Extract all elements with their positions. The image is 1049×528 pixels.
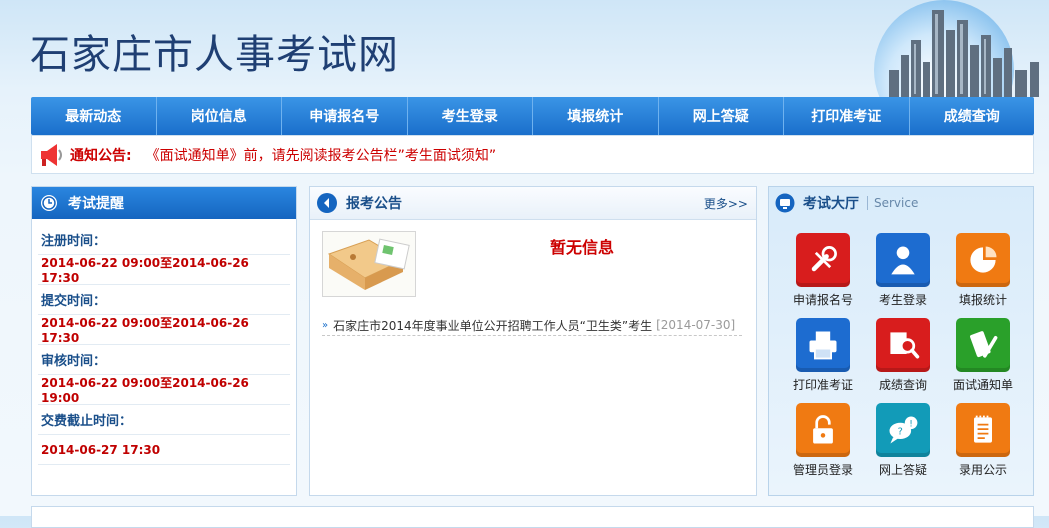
exam-hall-subtitle: Service (867, 196, 918, 210)
announcement-text[interactable]: 石家庄市2014年度事业单位公开招聘工作人员“卫生类”考生 (333, 317, 652, 334)
exam-hall-header: 考试大厅 Service (769, 187, 1033, 219)
nav-job-info[interactable]: 岗位信息 (157, 97, 282, 135)
notepad-icon (956, 403, 1010, 457)
tile-label: 成绩查询 (878, 378, 927, 392)
tile-score-query[interactable]: 成绩查询 (863, 318, 943, 393)
tile-candidate-login[interactable]: 考生登录 (863, 233, 943, 308)
no-info-message: 暂无信息 (550, 238, 615, 257)
svg-text:!: ! (909, 419, 913, 429)
more-link[interactable]: 更多>> (704, 195, 748, 212)
payment-deadline-value: 2014-06-27 17:30 (38, 435, 290, 465)
announcements-title: 报考公告 (346, 196, 402, 212)
pen-note-icon (956, 318, 1010, 372)
bottom-panel (31, 506, 1034, 528)
tile-label: 管理员登录 (792, 463, 853, 477)
review-time-value: 2014-06-22 09:00至2014-06-26 19:00 (38, 375, 290, 405)
cityscape-illustration (874, 0, 1039, 97)
lock-icon (796, 403, 850, 457)
tile-print-admission[interactable]: 打印准考证 (783, 318, 863, 393)
megaphone-icon (41, 143, 62, 166)
envelope-image (322, 231, 416, 297)
chat-icon: ?! (876, 403, 930, 457)
exam-reminder-header: 考试提醒 (32, 187, 296, 219)
announcements-panel: 报考公告 更多>> 暂无信息 » 石家庄市2014年度事业单位公开招聘工作人员“… (309, 186, 757, 496)
tile-label: 申请报名号 (792, 293, 853, 307)
speaker-icon (317, 193, 337, 213)
bullet-arrow-icon: » (322, 319, 329, 331)
exam-hall-title: 考试大厅 (803, 196, 859, 212)
tile-label: 录用公示 (958, 463, 1007, 477)
pie-chart-icon (956, 233, 1010, 287)
tile-interview-notice[interactable]: 面试通知单 (943, 318, 1023, 393)
nav-latest-news[interactable]: 最新动态 (31, 97, 157, 135)
notice-text[interactable]: 《面试通知单》前，请先阅读报考公告栏”考生面试须知” (146, 145, 497, 165)
submit-time-label: 提交时间： (38, 285, 290, 315)
tile-label: 考生登录 (878, 293, 927, 307)
nav-apply-number[interactable]: 申请报名号 (282, 97, 408, 135)
tile-label: 面试通知单 (952, 378, 1013, 392)
tools-icon (796, 233, 850, 287)
nav-statistics[interactable]: 填报统计 (533, 97, 659, 135)
tile-label: 网上答疑 (878, 463, 927, 477)
announcements-header: 报考公告 更多>> (310, 187, 756, 220)
tile-admin-login[interactable]: 管理员登录 (783, 403, 863, 478)
payment-deadline-label: 交费截止时间： (38, 405, 290, 435)
tile-label: 打印准考证 (792, 378, 853, 392)
notice-bar: 通知公告: 《面试通知单》前，请先阅读报考公告栏”考生面试须知” (31, 135, 1034, 174)
register-time-value: 2014-06-22 09:00至2014-06-26 17:30 (38, 255, 290, 285)
exam-hall-panel: 考试大厅 Service 申请报名号 考生登录 填报统计 打印准考证 成绩查询 … (768, 186, 1034, 496)
printer-icon (796, 318, 850, 372)
monitor-icon (775, 193, 795, 213)
announcement-date: [2014-07-30] (656, 318, 736, 332)
nav-print-admission[interactable]: 打印准考证 (784, 97, 910, 135)
main-nav: 最新动态 岗位信息 申请报名号 考生登录 填报统计 网上答疑 打印准考证 成绩查… (31, 97, 1034, 135)
tile-statistics[interactable]: 填报统计 (943, 233, 1023, 308)
tile-label: 填报统计 (958, 293, 1007, 307)
tile-apply-number[interactable]: 申请报名号 (783, 233, 863, 308)
clock-icon (41, 195, 57, 211)
user-icon (876, 233, 930, 287)
exam-reminder-title: 考试提醒 (68, 196, 124, 212)
announcement-item[interactable]: » 石家庄市2014年度事业单位公开招聘工作人员“卫生类”考生 [2014-07… (322, 315, 742, 336)
tile-hiring-publicity[interactable]: 录用公示 (943, 403, 1023, 478)
exam-reminder-list: 注册时间： 2014-06-22 09:00至2014-06-26 17:30 … (38, 225, 290, 465)
svg-text:?: ? (898, 427, 903, 438)
exam-hall-grid: 申请报名号 考生登录 填报统计 打印准考证 成绩查询 面试通知单 管理员登录 ?… (783, 233, 1023, 478)
nav-online-qa[interactable]: 网上答疑 (659, 97, 784, 135)
magnifier-icon (876, 318, 930, 372)
tile-online-qa[interactable]: ?! 网上答疑 (863, 403, 943, 478)
register-time-label: 注册时间： (38, 225, 290, 255)
submit-time-value: 2014-06-22 09:00至2014-06-26 17:30 (38, 315, 290, 345)
site-title: 石家庄市人事考试网 (30, 32, 399, 78)
exam-reminder-panel: 考试提醒 注册时间： 2014-06-22 09:00至2014-06-26 1… (31, 186, 297, 496)
nav-candidate-login[interactable]: 考生登录 (408, 97, 533, 135)
review-time-label: 审核时间： (38, 345, 290, 375)
nav-score-query[interactable]: 成绩查询 (910, 97, 1035, 135)
notice-label: 通知公告: (70, 147, 132, 164)
site-header: 石家庄市人事考试网 (0, 0, 1049, 97)
